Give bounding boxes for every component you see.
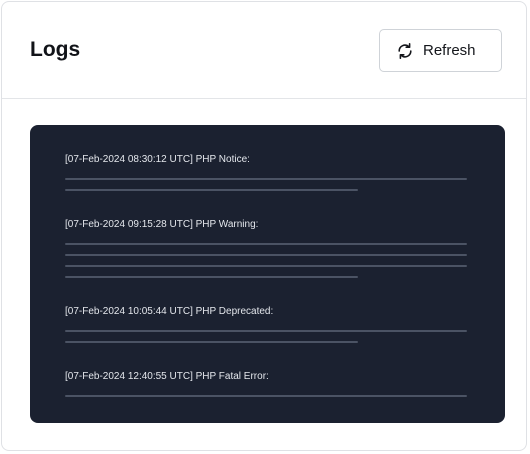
- log-detail-line: [65, 265, 467, 267]
- log-detail-line: [65, 254, 467, 256]
- log-detail-line: [65, 276, 358, 278]
- card-header: Logs Refresh: [2, 2, 526, 99]
- log-entry: [07-Feb-2024 12:40:55 UTC] PHP Fatal Err…: [65, 371, 467, 397]
- page-title: Logs: [30, 38, 81, 61]
- refresh-icon: [396, 42, 414, 60]
- log-entry-text: [07-Feb-2024 09:15:28 UTC] PHP Warning:: [65, 219, 259, 230]
- log-entry-text: [07-Feb-2024 08:30:12 UTC] PHP Notice:: [65, 154, 250, 165]
- log-detail-line: [65, 189, 358, 191]
- log-entry-text: [07-Feb-2024 12:40:55 UTC] PHP Fatal Err…: [65, 371, 269, 382]
- log-detail-line: [65, 178, 467, 180]
- refresh-button-label: Refresh: [423, 42, 476, 59]
- log-entry: [07-Feb-2024 08:30:12 UTC] PHP Notice:: [65, 154, 467, 191]
- log-detail-line: [65, 341, 358, 343]
- refresh-button[interactable]: Refresh: [379, 29, 502, 72]
- logs-card: Logs Refresh [07-Feb-2024 08:30:12 UTC] …: [1, 1, 527, 451]
- log-detail-line: [65, 395, 467, 397]
- log-detail-line: [65, 243, 467, 245]
- log-detail-line: [65, 330, 467, 332]
- log-entry: [07-Feb-2024 10:05:44 UTC] PHP Deprecate…: [65, 306, 467, 343]
- log-console[interactable]: [07-Feb-2024 08:30:12 UTC] PHP Notice: […: [30, 125, 505, 423]
- log-entry: [07-Feb-2024 09:15:28 UTC] PHP Warning:: [65, 219, 467, 278]
- log-entry-text: [07-Feb-2024 10:05:44 UTC] PHP Deprecate…: [65, 306, 274, 317]
